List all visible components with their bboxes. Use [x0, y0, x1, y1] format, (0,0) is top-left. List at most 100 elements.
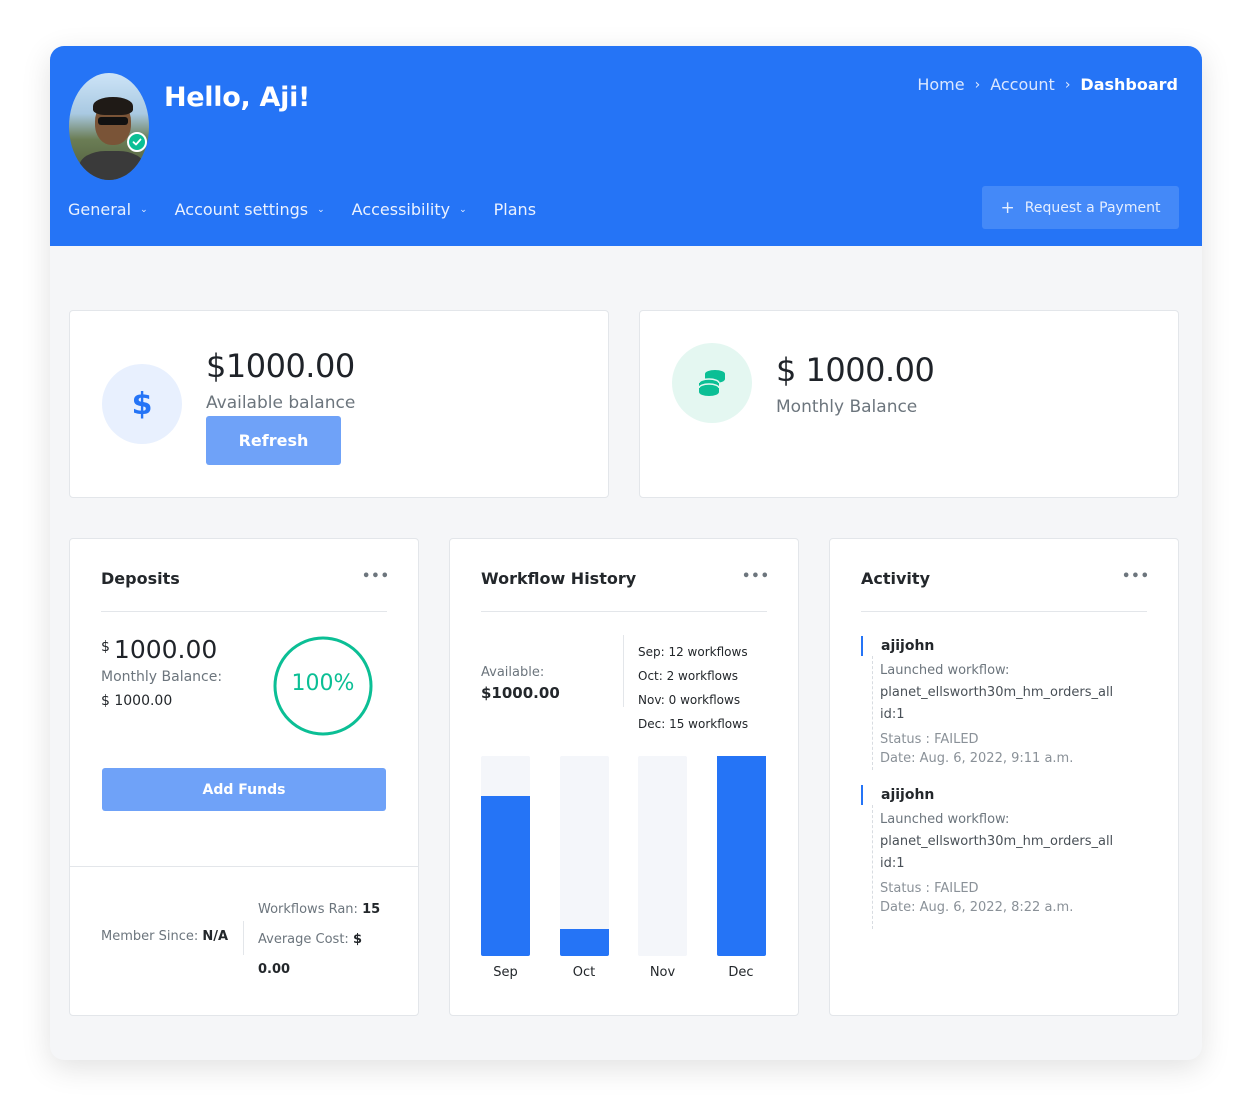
deposits-title: Deposits [101, 569, 180, 588]
nav-item-account-settings[interactable]: Account settings ⌄ [175, 200, 325, 219]
activity-status: Status : FAILED [880, 881, 979, 896]
activity-card: Activity ••• ajijohn Launched workflow: … [829, 538, 1179, 1016]
refresh-button[interactable]: Refresh [206, 416, 341, 465]
divider [481, 611, 767, 612]
available-value: $1000.00 [481, 684, 560, 702]
divider [861, 611, 1147, 612]
activity-date: Date: Aug. 6, 2022, 8:22 a.m. [880, 900, 1074, 915]
workflow-history-card: Workflow History ••• Available: $1000.00… [449, 538, 799, 1016]
breadcrumb-dashboard: Dashboard [1080, 75, 1178, 94]
monthly-balance-label: Monthly Balance [776, 397, 918, 417]
activity-workflow-id: id:1 [880, 856, 905, 871]
average-cost: Average Cost: $ [258, 932, 362, 947]
activity-action: Launched workflow: [880, 663, 1010, 678]
workflows-ran-value: 15 [362, 902, 381, 917]
nav-item-label: Plans [493, 200, 537, 219]
bar-track-oct [559, 756, 609, 956]
nav-item-label: Accessibility [351, 200, 451, 219]
dollar-icon: $ [102, 364, 182, 444]
workflows-ran: Workflows Ran: 15 [258, 902, 380, 917]
add-funds-button[interactable]: Add Funds [102, 768, 386, 811]
legend-item-oct: Oct: 2 workflows [638, 669, 739, 683]
bar-label-dec: Dec [728, 965, 754, 980]
greeting-title: Hello, Aji! [164, 82, 311, 113]
activity-user: ajijohn [861, 785, 1151, 805]
bar-label-nov: Nov [649, 965, 676, 980]
average-cost-currency: $ [352, 932, 362, 947]
divider [70, 866, 418, 867]
activity-details: Launched workflow: planet_ellsworth30m_h… [872, 656, 1151, 770]
breadcrumb-account[interactable]: Account [990, 75, 1055, 94]
bar-sep[interactable] [481, 796, 530, 956]
workflows-ran-label: Workflows Ran: [258, 902, 358, 917]
nav-item-label: General [68, 200, 132, 219]
activity-title: Activity [861, 569, 930, 588]
request-payment-button[interactable]: + Request a Payment [982, 186, 1179, 229]
activity-entry: ajijohn Launched workflow: planet_ellswo… [861, 636, 1151, 770]
bar-track-nov [638, 756, 687, 956]
more-options-icon[interactable]: ••• [362, 569, 390, 584]
deposits-amount-value: 1000.00 [113, 635, 218, 664]
nav-item-plans[interactable]: Plans [494, 200, 536, 219]
member-since-label: Member Since: [101, 929, 199, 944]
nav-item-accessibility[interactable]: Accessibility ⌄ [352, 200, 467, 219]
activity-date: Date: Aug. 6, 2022, 9:11 a.m. [880, 751, 1074, 766]
bar-dec[interactable] [716, 756, 766, 956]
activity-details: Launched workflow: planet_ellsworth30m_h… [872, 805, 1151, 929]
available-label: Available: [481, 665, 545, 680]
more-options-icon[interactable]: ••• [742, 569, 770, 584]
legend-item-dec: Dec: 15 workflows [638, 717, 749, 731]
activity-entry: ajijohn Launched workflow: planet_ellswo… [861, 785, 1151, 929]
breadcrumb: Home › Account › Dashboard [917, 75, 1178, 94]
average-cost-label: Average Cost: [258, 932, 349, 947]
activity-workflow-name: planet_ellsworth30m_hm_orders_all [880, 685, 1114, 700]
avatar[interactable] [69, 73, 149, 180]
bar-label-sep: Sep [493, 965, 518, 980]
available-balance-card: $ $1000.00 Available balance Refresh [69, 310, 609, 498]
deposits-monthly-value: $ 1000.00 [101, 693, 173, 709]
legend-item-sep: Sep: 12 workflows [638, 645, 748, 659]
main-nav: General ⌄ Account settings ⌄ Accessibili… [68, 200, 563, 219]
divider-vertical [623, 635, 624, 707]
chevron-down-icon: ⌄ [140, 204, 148, 215]
page-header: Hello, Aji! Home › Account › Dashboard G… [50, 46, 1202, 246]
chevron-down-icon: ⌄ [317, 204, 325, 215]
chevron-down-icon: ⌄ [459, 204, 467, 215]
divider [101, 611, 387, 612]
app-window: Hello, Aji! Home › Account › Dashboard G… [50, 46, 1202, 1060]
divider-vertical [243, 921, 244, 955]
monthly-balance-amount: $ 1000.00 [776, 351, 935, 389]
activity-user: ajijohn [861, 636, 1151, 656]
bar-track-sep [481, 756, 530, 956]
deposits-amount: $ 1000.00 [101, 635, 217, 664]
member-since-value: N/A [202, 929, 229, 944]
breadcrumb-home[interactable]: Home [917, 75, 964, 94]
deposit-progress-text: 100% [291, 671, 355, 696]
coins-icon [672, 343, 752, 423]
activity-workflow-name: planet_ellsworth30m_hm_orders_all [880, 834, 1114, 849]
chevron-right-icon: › [1064, 76, 1071, 93]
nav-item-general[interactable]: General ⌄ [68, 200, 148, 219]
average-cost-value: 0.00 [258, 962, 291, 977]
chevron-right-icon: › [974, 76, 981, 93]
workflow-history-title: Workflow History [481, 569, 637, 588]
plus-icon: + [1000, 197, 1015, 218]
workflow-legend: Sep: 12 workflows Oct: 2 workflows Nov: … [638, 640, 748, 736]
deposits-card: Deposits ••• $ 1000.00 Monthly Balance: … [69, 538, 419, 1016]
more-options-icon[interactable]: ••• [1122, 569, 1150, 584]
bar-oct[interactable] [559, 929, 609, 956]
activity-status: Status : FAILED [880, 732, 979, 747]
verified-check-icon [127, 132, 147, 152]
activity-workflow-id: id:1 [880, 707, 905, 722]
legend-item-nov: Nov: 0 workflows [638, 693, 741, 707]
currency-symbol: $ [101, 639, 110, 655]
monthly-balance-card: $ 1000.00 Monthly Balance [639, 310, 1179, 498]
deposits-monthly-label: Monthly Balance: [101, 669, 223, 685]
bar-label-oct: Oct [572, 965, 596, 980]
available-balance-label: Available balance [206, 393, 356, 413]
bar-track-dec [716, 756, 766, 956]
nav-item-label: Account settings [174, 200, 309, 219]
member-since: Member Since: N/A [101, 929, 228, 944]
activity-action: Launched workflow: [880, 812, 1010, 827]
available-balance-amount: $1000.00 [206, 347, 355, 385]
